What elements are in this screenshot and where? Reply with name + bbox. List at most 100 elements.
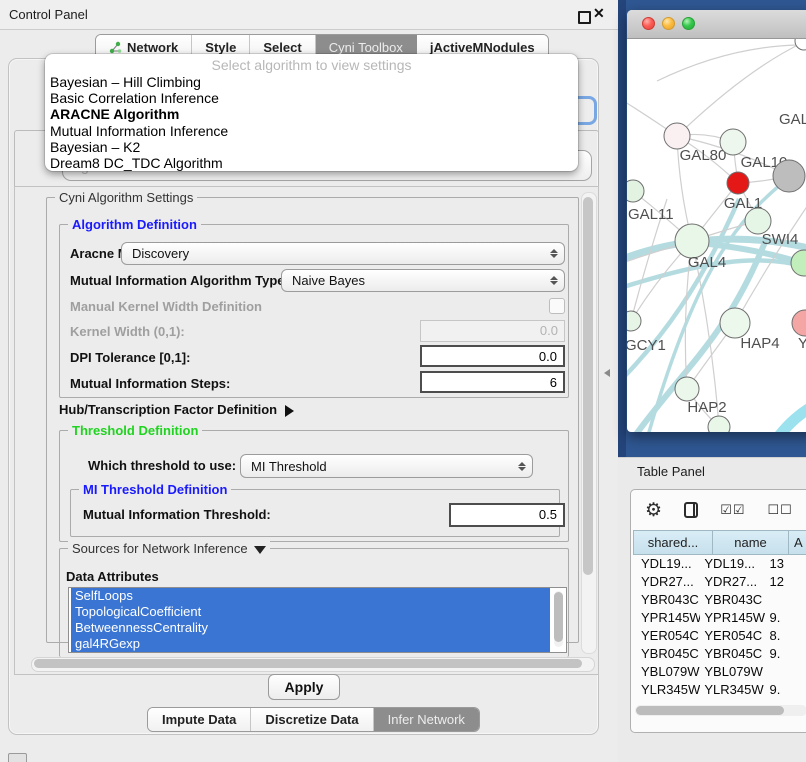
algorithm-option[interactable]: Mutual Information Inference — [45, 123, 578, 139]
table-header-row: shared... name A — [633, 530, 806, 555]
attribute-item[interactable]: TopologicalCoefficient — [71, 604, 550, 620]
network-node[interactable] — [675, 224, 709, 258]
sources-group: Sources for Network Inference Data Attri… — [59, 548, 569, 657]
close-traffic-light-icon[interactable] — [642, 17, 655, 30]
kernel-width-input[interactable]: 0.0 — [420, 320, 565, 342]
close-icon[interactable]: ✕ — [593, 5, 605, 22]
network-node[interactable] — [664, 123, 690, 149]
sources-legend[interactable]: Sources for Network Inference — [68, 541, 270, 556]
manual-kernel-checkbox[interactable] — [549, 298, 565, 314]
control-panel-title: Control Panel — [9, 7, 88, 22]
desktop-edge — [618, 0, 626, 457]
node-label: HAP4 — [740, 335, 779, 352]
screen: Control Panel ✕ Network Style Select Cyn… — [0, 0, 806, 762]
network-node[interactable] — [792, 310, 806, 336]
mi-threshold-group: MI Threshold Definition Mutual Informati… — [70, 489, 560, 537]
algorithm-option[interactable]: Basic Correlation Inference — [45, 90, 578, 106]
network-node[interactable] — [791, 250, 806, 276]
threshold-definition-legend: Threshold Definition — [68, 423, 202, 438]
attribute-item[interactable]: gal4RGexp — [71, 636, 550, 652]
mi-threshold-input[interactable]: 0.5 — [449, 503, 565, 527]
attribute-list-scrollbar[interactable] — [554, 591, 563, 647]
node-label: Y — [798, 335, 806, 352]
network-node[interactable] — [708, 416, 730, 432]
expand-right-icon — [285, 405, 294, 417]
dpi-tolerance-input[interactable]: 0.0 — [420, 345, 565, 367]
apply-button[interactable]: Apply — [268, 674, 340, 700]
network-icon — [109, 41, 122, 54]
table-row[interactable]: YBL079W YBL079W — [633, 663, 806, 681]
zoom-traffic-light-icon[interactable] — [682, 17, 695, 30]
which-threshold-label: Which threshold to use: — [88, 458, 236, 473]
tab-discretize-data[interactable]: Discretize Data — [251, 708, 373, 731]
network-node[interactable] — [627, 180, 644, 202]
aracne-mode-combobox[interactable]: Discovery — [121, 242, 565, 265]
mi-steps-input[interactable]: 6 — [420, 371, 565, 393]
column-header-clipped[interactable]: A — [789, 530, 806, 555]
cyni-bottom-tabbar: Impute Data Discretize Data Infer Networ… — [147, 707, 480, 732]
table-row[interactable]: YLR345W YLR345W 9. — [633, 681, 806, 699]
cyni-algorithm-settings-group: Cyni Algorithm Settings Algorithm Defini… — [46, 197, 579, 643]
stepper-icon — [550, 276, 558, 285]
which-threshold-combobox[interactable]: MI Threshold — [240, 454, 533, 478]
mi-threshold-label: Mutual Information Threshold: — [83, 507, 271, 522]
minimize-traffic-light-icon[interactable] — [662, 17, 675, 30]
deselect-all-checkboxes-icon[interactable]: ☐☐ — [768, 502, 793, 518]
stepper-icon — [518, 462, 526, 471]
node-label: GAL — [779, 111, 806, 128]
node-label: GAL80 — [680, 147, 727, 164]
table-row[interactable]: YPR145W YPR145W 9. — [633, 609, 806, 627]
table-row[interactable]: YBR043C YBR043C — [633, 591, 806, 609]
network-node[interactable] — [727, 172, 749, 194]
tab-impute-data[interactable]: Impute Data — [148, 708, 251, 731]
node-label: HAP2 — [687, 399, 726, 416]
minimized-panel-icon[interactable] — [8, 753, 27, 762]
network-graph[interactable]: GALGAL80GAL10GAL1GAL11SWI4GAL4GCY1HAP4YH… — [627, 39, 806, 432]
network-window-titlebar[interactable] — [627, 10, 806, 39]
manual-kernel-label: Manual Kernel Width Definition — [70, 299, 262, 314]
attribute-item[interactable]: BetweennessCentrality — [71, 620, 550, 636]
algorithm-placeholder: Select algorithm to view settings — [45, 54, 578, 74]
network-node[interactable] — [795, 39, 806, 50]
float-window-icon[interactable] — [578, 11, 591, 24]
network-node[interactable] — [720, 308, 750, 338]
algorithm-option[interactable]: Bayesian – Hill Climbing — [45, 74, 578, 90]
column-header-name[interactable]: name — [713, 530, 789, 555]
table-row[interactable]: YER054C YER054C 8. — [633, 627, 806, 645]
node-label: SWI4 — [762, 231, 799, 248]
node-label: GCY1 — [627, 337, 666, 354]
attribute-item[interactable]: SelfLoops — [71, 588, 550, 604]
cyni-algorithm-settings-legend: Cyni Algorithm Settings — [55, 190, 197, 205]
algorithm-option[interactable]: Bayesian – K2 — [45, 139, 578, 155]
mi-type-label: Mutual Information Algorithm Type: — [70, 273, 289, 288]
table-row[interactable]: YDR27... YDR27... 12 — [633, 573, 806, 591]
algorithm-option[interactable]: Dream8 DC_TDC Algorithm — [45, 155, 578, 171]
kernel-width-label: Kernel Width (0,1): — [70, 324, 185, 339]
table-row[interactable]: YBR045C YBR045C 9. — [633, 645, 806, 663]
attribute-items: SelfLoops TopologicalCoefficient Between… — [69, 588, 566, 652]
network-node[interactable] — [773, 160, 805, 192]
algorithm-definition-group: Algorithm Definition Aracne Mode: Discov… — [59, 224, 569, 398]
table-horizontal-scrollbar[interactable] — [635, 705, 806, 716]
settings-vertical-scrollbar[interactable] — [581, 192, 597, 654]
collapse-down-icon — [254, 546, 266, 554]
column-header-shared-name[interactable]: shared... — [633, 530, 713, 555]
tab-infer-network[interactable]: Infer Network — [374, 708, 479, 731]
algorithm-dropdown-popup: Select algorithm to view settings Bayesi… — [45, 54, 578, 171]
hub-definition-toggle[interactable]: Hub/Transcription Factor Definition — [59, 402, 294, 417]
mi-type-combobox[interactable]: Naive Bayes — [281, 269, 565, 292]
dpi-tolerance-label: DPI Tolerance [0,1]: — [70, 350, 190, 365]
split-columns-icon[interactable] — [684, 502, 698, 518]
network-node[interactable] — [720, 129, 746, 155]
control-panel-titlebar: Control Panel ✕ — [0, 0, 618, 30]
gear-icon[interactable]: ⚙ — [645, 501, 662, 520]
select-all-checkboxes-icon[interactable]: ☑☑ — [720, 502, 745, 518]
table-toolbar: ⚙ ☑☑ ☐☐ — [631, 490, 806, 530]
algorithm-option[interactable]: ARACNE Algorithm — [45, 106, 578, 122]
splitter-collapse-icon[interactable] — [604, 369, 610, 377]
network-node[interactable] — [627, 311, 641, 331]
settings-horizontal-scrollbar[interactable] — [31, 657, 595, 672]
table-row[interactable]: YDL19... YDL19... 13 — [633, 555, 806, 573]
network-node[interactable] — [675, 377, 699, 401]
table-row[interactable]: YIL052C YIL052C 9. — [633, 699, 806, 702]
